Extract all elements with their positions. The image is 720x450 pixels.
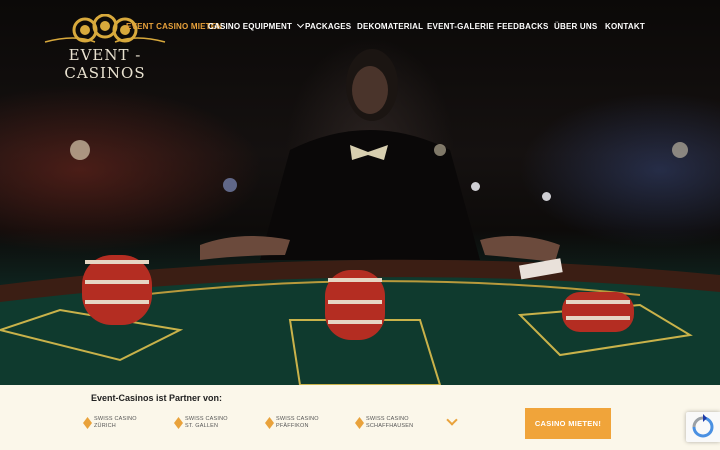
bokeh-light [223, 178, 237, 192]
partner-bar: Event-Casinos ist Partner von: SWISS CAS… [0, 385, 720, 450]
nav-item-packages[interactable]: PACKAGES [305, 22, 351, 31]
dealer-face [352, 66, 388, 114]
nav-item-label: CASINO EQUIPMENT [208, 22, 293, 31]
recaptcha-icon [692, 414, 714, 438]
nav-item-dekomaterial[interactable]: DEKOMATERIAL [357, 22, 423, 31]
nav-item-kontakt[interactable]: KONTAKT [605, 22, 645, 31]
partner-line1: SWISS CASINO [94, 416, 137, 422]
chip-stack-center [325, 270, 385, 340]
nav-item-event-galerie[interactable]: EVENT-GALERIE [427, 22, 494, 31]
partner-line1: SWISS CASINO [276, 416, 319, 422]
diamond-icon [265, 417, 274, 429]
logo-text: EVENT - CASINOS [64, 46, 146, 82]
partner-line2: ZÜRICH [94, 423, 116, 429]
chevron-down-icon [297, 20, 305, 29]
bokeh-light [434, 144, 446, 156]
hero-image: EVENT - CASINOS EVENT CASINO MIETEN CASI… [0, 0, 720, 385]
partner-line1: SWISS CASINO [185, 416, 228, 422]
bokeh-light [70, 140, 90, 160]
nav-item-feedbacks[interactable]: FEEDBACKS [497, 22, 549, 31]
chip-stack-left [82, 255, 152, 325]
main-nav: EVENT CASINO MIETEN CASINO EQUIPMENT PAC… [0, 20, 720, 36]
dealer-body [260, 130, 480, 260]
diamond-icon [83, 417, 92, 429]
partner-line2: ST. GALLEN [185, 423, 219, 429]
partner-title: Event-Casinos ist Partner von: [91, 393, 223, 403]
slider-dot[interactable] [471, 182, 480, 191]
partner-line1: SWISS CASINO [366, 416, 409, 422]
recaptcha-badge[interactable] [686, 412, 720, 442]
nav-item-ueber-uns[interactable]: ÜBER UNS [554, 22, 597, 31]
nav-item-casino-equipment[interactable]: CASINO EQUIPMENT [208, 20, 305, 31]
casino-mieten-button[interactable]: CASINO MIETEN! [525, 408, 611, 439]
bokeh-light [672, 142, 688, 158]
partner-line2: PFÄFFIKON [276, 423, 309, 429]
chip-stack-right [562, 292, 634, 332]
slider-dot[interactable] [542, 192, 551, 201]
chevron-down-icon[interactable] [446, 414, 458, 426]
dealer-right-arm [480, 236, 560, 262]
diamond-icon [355, 417, 364, 429]
partner-line2: SCHAFFHAUSEN [366, 423, 414, 429]
diamond-icon [174, 417, 183, 429]
